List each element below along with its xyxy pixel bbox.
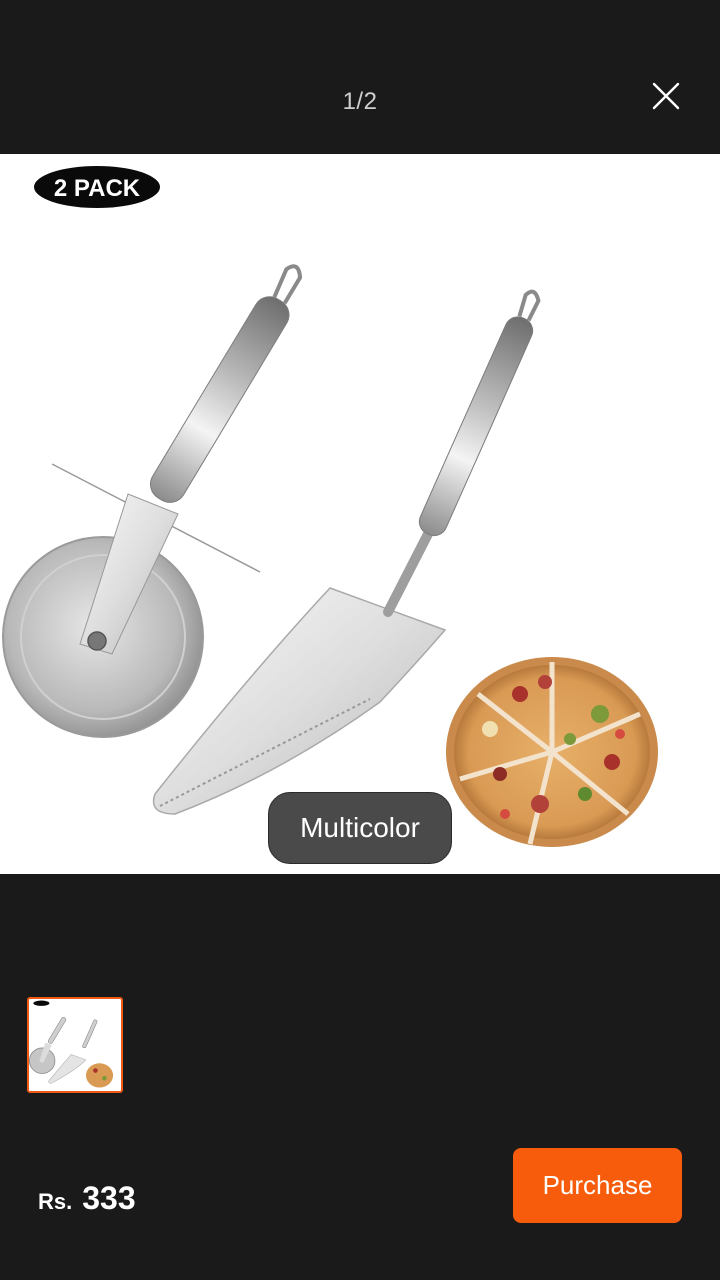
product-image[interactable]: 2 PACK Multicolor bbox=[0, 154, 720, 874]
price-value: 333 bbox=[82, 1180, 136, 1216]
price: Rs. 333 bbox=[38, 1180, 136, 1217]
pack-badge-text: 2 PACK bbox=[54, 175, 141, 202]
viewer-header: 1/2 bbox=[0, 0, 720, 154]
product-illustration: 2 PACK bbox=[2, 166, 658, 847]
price-currency: Rs. bbox=[38, 1189, 73, 1214]
close-button[interactable] bbox=[648, 78, 684, 114]
purchase-button[interactable]: Purchase bbox=[513, 1148, 682, 1223]
variant-label: Multicolor bbox=[300, 812, 420, 843]
variant-pill[interactable]: Multicolor bbox=[268, 792, 452, 864]
image-counter: 1/2 bbox=[342, 88, 378, 115]
thumbnail-illustration bbox=[29, 1000, 114, 1088]
close-icon bbox=[652, 82, 680, 110]
purchase-label: Purchase bbox=[542, 1170, 653, 1200]
thumbnail-1[interactable] bbox=[27, 997, 123, 1093]
pack-badge: 2 PACK bbox=[34, 166, 160, 208]
pizza-image bbox=[446, 657, 658, 847]
